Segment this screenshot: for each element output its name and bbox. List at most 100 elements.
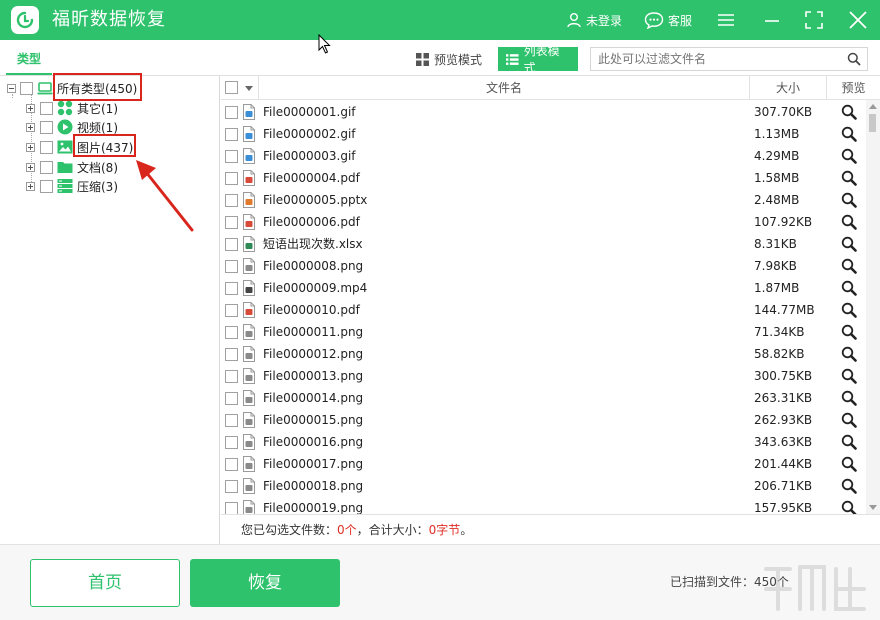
file-row-checkbox[interactable] [225,480,238,493]
minimize-icon[interactable] [762,10,782,30]
scroll-up-icon[interactable] [869,104,877,109]
file-row-checkbox[interactable] [225,238,238,251]
preview-magnifier-icon[interactable] [841,236,857,252]
file-row[interactable]: 短语出现次数.xlsx 8.31KB [221,233,866,255]
file-row[interactable]: File0000016.png 343.63KB [221,431,866,453]
file-name: File0000019.png [263,501,364,514]
tree-item-checkbox[interactable] [40,160,53,174]
annotation-highlight-box [53,73,142,101]
file-row-checkbox[interactable] [225,392,238,405]
preview-mode-button[interactable]: 预览模式 [408,47,490,71]
preview-magnifier-icon[interactable] [841,192,857,208]
file-row-checkbox[interactable] [225,150,238,163]
preview-magnifier-icon[interactable] [841,214,857,230]
file-row-checkbox[interactable] [225,502,238,514]
file-row[interactable]: File0000010.pdf 144.77MB [221,299,866,321]
file-row-checkbox[interactable] [225,436,238,449]
file-row-checkbox[interactable] [225,348,238,361]
file-row[interactable]: File0000012.png 58.82KB [221,343,866,365]
file-row-checkbox[interactable] [225,458,238,471]
file-row[interactable]: File0000017.png 201.44KB [221,453,866,475]
expand-toggle[interactable] [26,162,35,172]
file-row[interactable]: File0000003.gif 4.29MB [221,145,866,167]
menu-icon[interactable] [716,10,736,30]
tab-type[interactable]: 类型 [6,50,52,75]
preview-magnifier-icon[interactable] [841,148,857,164]
file-row[interactable]: File0000013.png 300.75KB [221,365,866,387]
preview-magnifier-icon[interactable] [841,280,857,296]
preview-magnifier-icon[interactable] [841,302,857,318]
png-file-icon [243,258,255,274]
expand-toggle[interactable] [26,122,35,132]
file-row[interactable]: File0000011.png 71.34KB [221,321,866,343]
tree-item-documents[interactable]: 文档(8) [26,158,118,176]
tree-root-checkbox[interactable] [20,81,33,95]
login-button[interactable]: 未登录 [566,10,622,30]
tree-item-label: 文档(8) [77,160,118,175]
maximize-icon[interactable] [804,10,824,30]
preview-magnifier-icon[interactable] [841,434,857,450]
file-row[interactable]: File0000004.pdf 1.58MB [221,167,866,189]
customer-service-button[interactable]: 客服 [644,10,692,30]
file-row[interactable]: File0000001.gif 307.70KB [221,101,866,123]
search-icon[interactable] [847,52,861,66]
preview-magnifier-icon[interactable] [841,324,857,340]
scroll-down-icon[interactable] [869,505,877,510]
tree-item-checkbox[interactable] [40,179,53,193]
preview-magnifier-icon[interactable] [841,500,857,514]
list-mode-button[interactable]: 列表模式 [498,44,578,75]
preview-magnifier-icon[interactable] [841,346,857,362]
tree-item-checkbox[interactable] [40,140,53,154]
file-row-checkbox[interactable] [225,326,238,339]
file-row[interactable]: File0000002.gif 1.13MB [221,123,866,145]
file-row[interactable]: File0000014.png 263.31KB [221,387,866,409]
preview-magnifier-icon[interactable] [841,104,857,120]
tree-item-other[interactable]: 其它(1) [26,99,118,117]
vertical-scrollbar[interactable] [866,100,880,514]
file-row[interactable]: File0000006.pdf 107.92KB [221,211,866,233]
file-row[interactable]: File0000015.png 262.93KB [221,409,866,431]
home-button[interactable]: 首页 [30,559,180,607]
pdf-file-icon [243,170,255,186]
file-row[interactable]: File0000009.mp4 1.87MB [221,277,866,299]
expand-toggle[interactable] [26,181,35,191]
file-row-checkbox[interactable] [225,128,238,141]
recover-button[interactable]: 恢复 [190,559,340,607]
file-row[interactable]: File0000005.pptx 2.48MB [221,189,866,211]
file-row-checkbox[interactable] [225,414,238,427]
close-icon[interactable] [848,10,868,30]
chevron-down-icon[interactable] [245,86,253,91]
file-row-checkbox[interactable] [225,304,238,317]
file-row-checkbox[interactable] [225,282,238,295]
column-header-size[interactable]: 大小 [749,76,826,100]
file-row-checkbox[interactable] [225,260,238,273]
preview-magnifier-icon[interactable] [841,258,857,274]
preview-magnifier-icon[interactable] [841,368,857,384]
tree-item-archives[interactable]: 压缩(3) [26,177,118,195]
select-all-checkbox[interactable] [225,81,238,94]
search-input[interactable] [591,48,831,70]
preview-magnifier-icon[interactable] [841,170,857,186]
file-row-checkbox[interactable] [225,216,238,229]
tree-item-checkbox[interactable] [40,120,53,134]
preview-magnifier-icon[interactable] [841,456,857,472]
preview-magnifier-icon[interactable] [841,126,857,142]
file-row-checkbox[interactable] [225,172,238,185]
file-row[interactable]: File0000008.png 7.98KB [221,255,866,277]
file-row[interactable]: File0000018.png 206.71KB [221,475,866,497]
scroll-thumb[interactable] [869,114,876,132]
file-row-checkbox[interactable] [225,370,238,383]
tree-item-checkbox[interactable] [40,101,53,115]
file-size: 1.87MB [754,281,800,295]
preview-magnifier-icon[interactable] [841,390,857,406]
file-row-checkbox[interactable] [225,194,238,207]
file-row-checkbox[interactable] [225,106,238,119]
preview-magnifier-icon[interactable] [841,478,857,494]
column-header-name[interactable]: 文件名 [258,76,749,100]
collapse-toggle[interactable] [7,83,16,93]
expand-toggle[interactable] [26,103,35,113]
expand-toggle[interactable] [26,142,35,152]
file-row[interactable]: File0000019.png 157.95KB [221,497,866,514]
preview-magnifier-icon[interactable] [841,412,857,428]
grid-icon [416,52,429,66]
